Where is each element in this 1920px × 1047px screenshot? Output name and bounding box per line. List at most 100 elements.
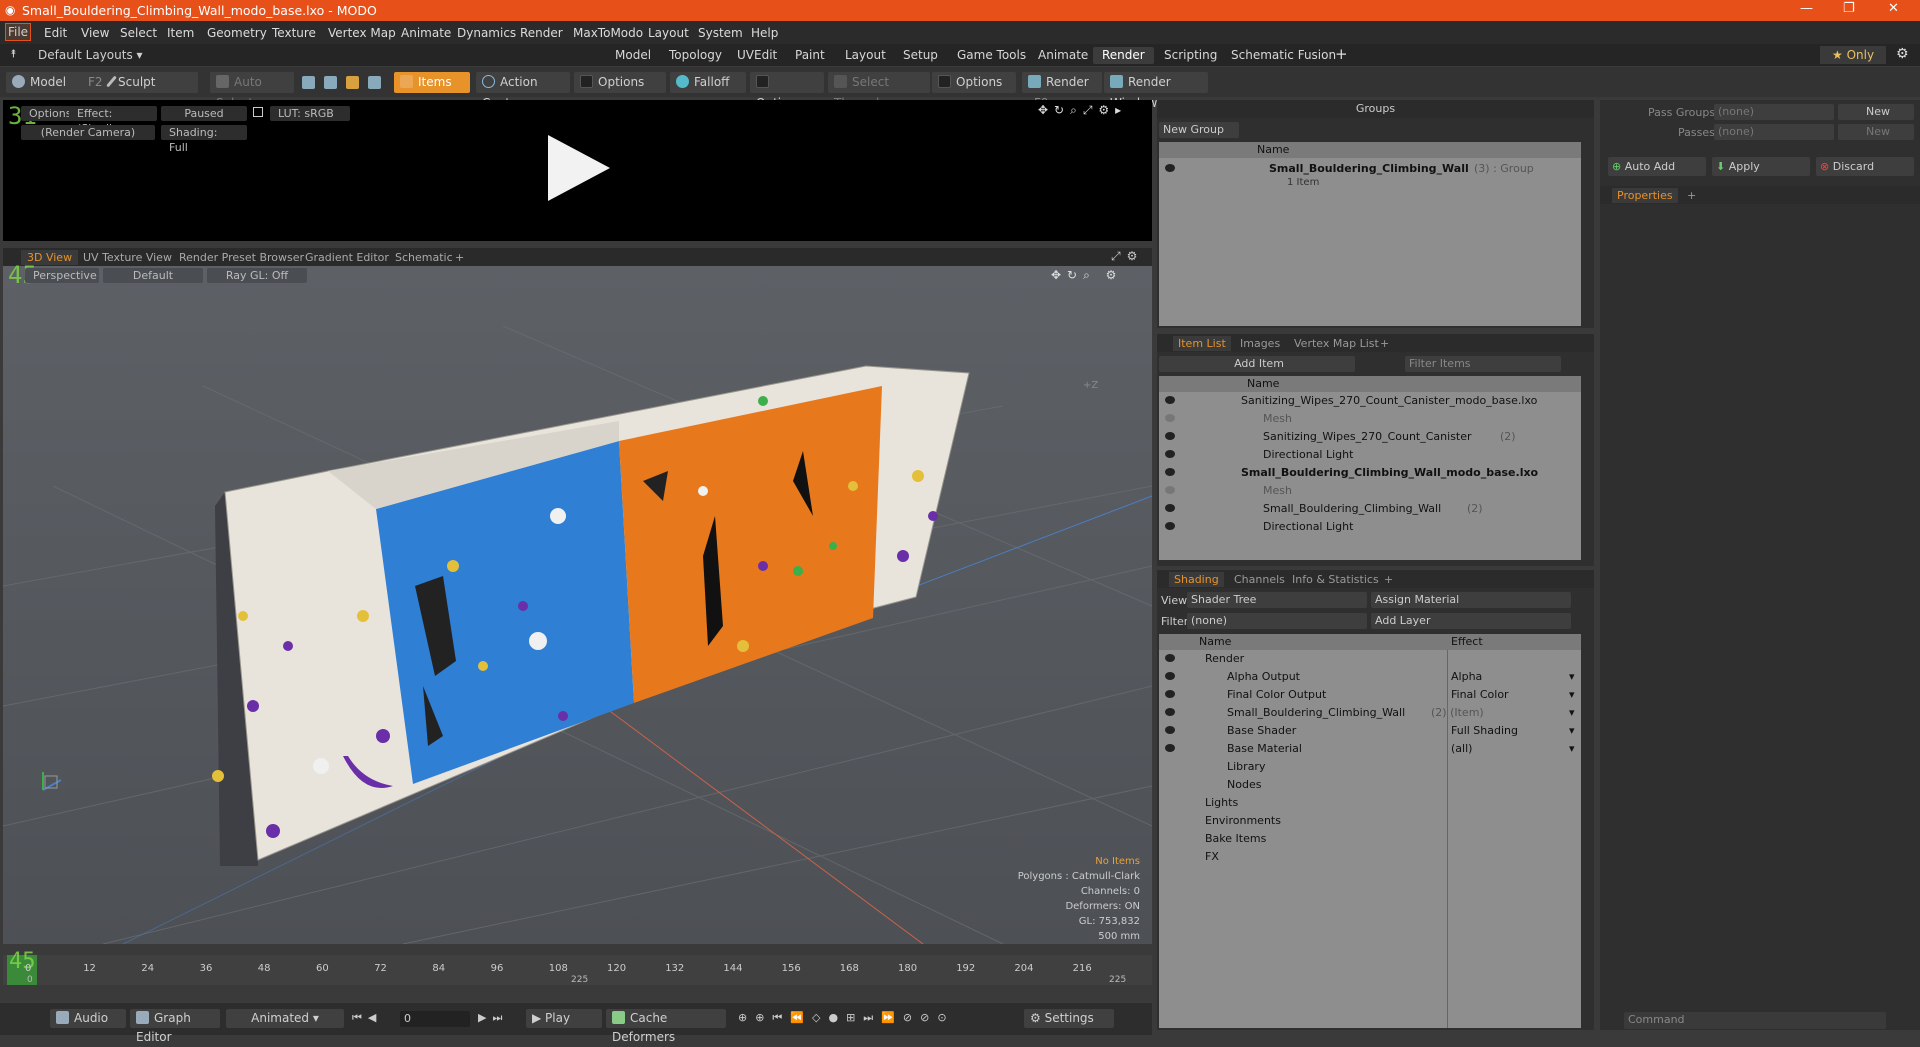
- add-tab-icon[interactable]: +: [1682, 188, 1701, 203]
- viewport-nav-icons[interactable]: ✥↻⌕ ⚙: [1051, 268, 1122, 283]
- lut-dropdown[interactable]: LUT: sRGB: [270, 106, 350, 121]
- collapse-icon[interactable]: ⯭: [10, 47, 17, 61]
- item-list-row[interactable]: Directional Light: [1159, 518, 1581, 536]
- tab-schematic-fusion[interactable]: Schematic Fusion: [1222, 47, 1345, 64]
- menu-texture[interactable]: Texture: [272, 26, 316, 40]
- gear-icon[interactable]: ⚙: [1896, 46, 1909, 62]
- polygons-mode-icon[interactable]: [346, 76, 359, 89]
- tab-layout[interactable]: Layout: [836, 47, 895, 64]
- shader-effect[interactable]: Full Shading: [1451, 722, 1518, 740]
- add-tab-icon[interactable]: +: [1335, 45, 1348, 63]
- sculpt-button[interactable]: Sculpt: [104, 72, 198, 93]
- effect-dropdown[interactable]: Effect: (Shadi...: [69, 106, 157, 135]
- tab-images[interactable]: Images: [1235, 336, 1285, 351]
- tab-gradient-editor[interactable]: Gradient Editor: [299, 250, 395, 265]
- default-layouts-dropdown[interactable]: Default Layouts ▾: [38, 48, 143, 62]
- tab-properties[interactable]: Properties: [1612, 188, 1678, 203]
- vertices-mode-icon[interactable]: [302, 76, 315, 89]
- shader-row[interactable]: Environments: [1159, 812, 1581, 830]
- action-center-options-button[interactable]: Options: [574, 72, 666, 93]
- view-dropdown[interactable]: Shader Tree: [1187, 592, 1367, 608]
- audio-button[interactable]: Audio: [50, 1009, 126, 1028]
- add-item-dropdown[interactable]: Add Item: [1159, 356, 1355, 372]
- chevron-down-icon[interactable]: ▾: [1569, 668, 1575, 686]
- visibility-icon[interactable]: [1165, 468, 1175, 476]
- tab-uvedit[interactable]: UVEdit: [728, 47, 786, 64]
- shader-row[interactable]: Nodes: [1159, 776, 1581, 794]
- menu-help[interactable]: Help: [751, 26, 778, 40]
- shader-row[interactable]: FX: [1159, 848, 1581, 866]
- menu-vertex-map[interactable]: Vertex Map: [328, 26, 396, 40]
- item-list-row[interactable]: Sanitizing_Wipes_270_Count_Canister (2): [1159, 428, 1581, 446]
- camera-dropdown[interactable]: (Render Camera): [21, 125, 155, 140]
- add-tab-icon[interactable]: +: [1375, 336, 1394, 351]
- tab-animate[interactable]: Animate: [1029, 47, 1097, 64]
- item-list-row[interactable]: Sanitizing_Wipes_270_Count_Canister_modo…: [1159, 392, 1581, 410]
- restore-icon[interactable]: ❐: [1843, 1, 1855, 16]
- minimize-icon[interactable]: —: [1800, 1, 1813, 16]
- visibility-icon[interactable]: [1165, 164, 1175, 172]
- next-frame-icons[interactable]: ▶⏭: [478, 1011, 508, 1025]
- menu-render[interactable]: Render: [520, 26, 563, 40]
- default-style-dropdown[interactable]: Default: [103, 268, 203, 283]
- shader-row[interactable]: Bake Items: [1159, 830, 1581, 848]
- visibility-icon[interactable]: [1165, 504, 1175, 512]
- tab-game-tools[interactable]: Game Tools: [948, 47, 1035, 64]
- raygl-dropdown[interactable]: Ray GL: Off: [207, 268, 307, 283]
- tab-vertex-map-list[interactable]: Vertex Map List: [1289, 336, 1384, 351]
- shading-dropdown[interactable]: Shading: Full: [161, 125, 247, 154]
- chevron-down-icon[interactable]: ▾: [1569, 704, 1575, 722]
- select-through-options-button[interactable]: Options: [932, 72, 1016, 93]
- tab-topology[interactable]: Topology: [660, 47, 731, 64]
- tab-scripting[interactable]: Scripting: [1155, 47, 1226, 64]
- 3d-viewport[interactable]: +Z 45 Perspective Default Ray GL: Off ✥↻…: [3, 261, 1152, 944]
- visibility-icon[interactable]: [1165, 486, 1175, 494]
- visibility-icon[interactable]: [1165, 654, 1175, 662]
- shader-effect[interactable]: Final Color: [1451, 686, 1509, 704]
- menu-file[interactable]: File: [5, 23, 31, 41]
- shader-effect[interactable]: (all): [1451, 740, 1472, 758]
- expand-gear-icons[interactable]: ⤢⚙: [1111, 249, 1143, 264]
- tab-item-list[interactable]: Item List: [1173, 336, 1231, 351]
- visibility-icon[interactable]: [1165, 522, 1175, 530]
- shader-row[interactable]: Final Color Output Final Color ▾: [1159, 686, 1581, 704]
- item-list-row[interactable]: Directional Light: [1159, 446, 1581, 464]
- group-row[interactable]: Small_Bouldering_Climbing_Wall (3) : Gro…: [1159, 160, 1581, 178]
- menu-layout[interactable]: Layout: [648, 26, 689, 40]
- lock-icon[interactable]: [253, 107, 263, 117]
- tab-shading[interactable]: Shading: [1169, 572, 1224, 587]
- only-toggle[interactable]: ★ Only: [1820, 46, 1887, 64]
- play-button[interactable]: ▶ Play: [526, 1009, 602, 1028]
- materials-mode-icon[interactable]: [368, 76, 381, 89]
- filter-items-input[interactable]: Filter Items: [1405, 356, 1561, 372]
- apply-button[interactable]: ⬇ Apply: [1712, 157, 1810, 176]
- graph-editor-button[interactable]: Graph Editor: [130, 1009, 220, 1044]
- menu-edit[interactable]: Edit: [44, 26, 67, 40]
- falloff-button[interactable]: Falloff: [670, 72, 746, 93]
- menu-system[interactable]: System: [698, 26, 743, 40]
- item-list-row[interactable]: Mesh: [1159, 410, 1581, 428]
- chevron-down-icon[interactable]: ▾: [1569, 686, 1575, 704]
- perspective-dropdown[interactable]: Perspective: [25, 268, 99, 283]
- frame-field[interactable]: 0: [400, 1011, 470, 1027]
- tab-paint[interactable]: Paint: [786, 47, 834, 64]
- cache-deformers-button[interactable]: Cache Deformers: [606, 1009, 726, 1044]
- tab-uv-texture-view[interactable]: UV Texture View: [77, 250, 178, 265]
- shader-row[interactable]: Base Shader Full Shading ▾: [1159, 722, 1581, 740]
- new-pass-button[interactable]: New: [1838, 124, 1914, 140]
- key-tool-icons[interactable]: ⊕⊕⏮⏪◇●⊞⏭⏩⊘⊘⊙: [738, 1011, 955, 1025]
- command-input[interactable]: Command: [1624, 1012, 1886, 1029]
- shader-row[interactable]: Library: [1159, 758, 1581, 776]
- chevron-down-icon[interactable]: ▾: [1569, 740, 1575, 758]
- items-mode-button[interactable]: Items: [394, 72, 470, 93]
- menu-select[interactable]: Select: [120, 26, 157, 40]
- shader-effect[interactable]: Alpha: [1451, 668, 1482, 686]
- item-list-row[interactable]: Small_Bouldering_Climbing_Wall_modo_base…: [1159, 464, 1581, 482]
- tab-render-preset-browser[interactable]: Render Preset Browser: [173, 250, 310, 265]
- filter-dropdown[interactable]: (none): [1187, 613, 1367, 629]
- tab-setup[interactable]: Setup: [894, 47, 947, 64]
- edges-mode-icon[interactable]: [324, 76, 337, 89]
- auto-select-button[interactable]: Auto Select: [210, 72, 294, 110]
- tab-info-statistics[interactable]: Info & Statistics: [1287, 572, 1384, 587]
- menu-view[interactable]: View: [81, 26, 109, 40]
